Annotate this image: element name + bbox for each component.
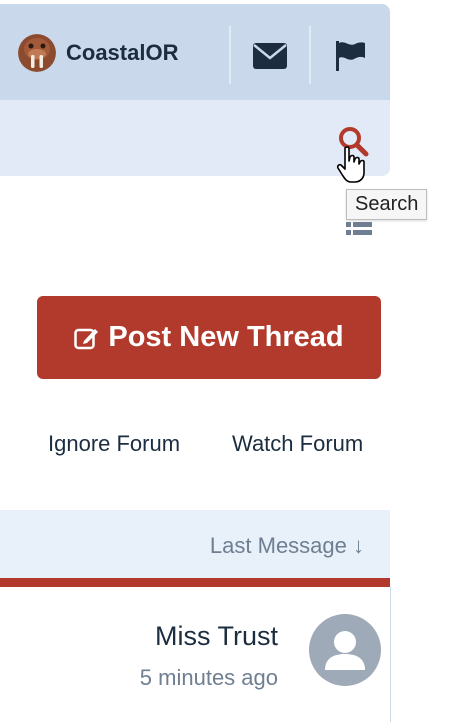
- flag-icon: [336, 41, 365, 71]
- inbox-button[interactable]: [250, 40, 290, 72]
- last-poster-avatar[interactable]: [309, 614, 381, 686]
- last-poster-name[interactable]: Miss Trust: [155, 621, 278, 652]
- nav-divider: [229, 26, 231, 84]
- search-tooltip: Search: [346, 189, 428, 220]
- thread-list-divider: [0, 578, 390, 587]
- edit-icon: [74, 328, 99, 349]
- user-menu[interactable]: CoastalOR: [18, 34, 178, 72]
- alerts-button[interactable]: [330, 40, 370, 72]
- post-new-thread-label: Post New Thread: [108, 321, 344, 353]
- user-silhouette-icon: [325, 631, 365, 670]
- post-new-thread-button[interactable]: Post New Thread: [37, 296, 381, 379]
- hand-cursor-icon: [336, 146, 365, 183]
- last-post-time[interactable]: 5 minutes ago: [140, 665, 278, 691]
- ignore-forum-link[interactable]: Ignore Forum: [48, 431, 180, 457]
- envelope-icon: [253, 43, 287, 69]
- nav-divider: [309, 26, 311, 84]
- user-avatar: [18, 34, 56, 72]
- list-view-icon[interactable]: [346, 222, 372, 236]
- top-navigation-bar: CoastalOR: [0, 4, 390, 100]
- thread-list-header: Last Message ↓: [0, 510, 390, 578]
- username: CoastalOR: [66, 40, 179, 65]
- sort-by-last-message[interactable]: Last Message ↓: [210, 533, 364, 559]
- watch-forum-link[interactable]: Watch Forum: [232, 431, 363, 457]
- sub-navigation-bar: [0, 100, 390, 176]
